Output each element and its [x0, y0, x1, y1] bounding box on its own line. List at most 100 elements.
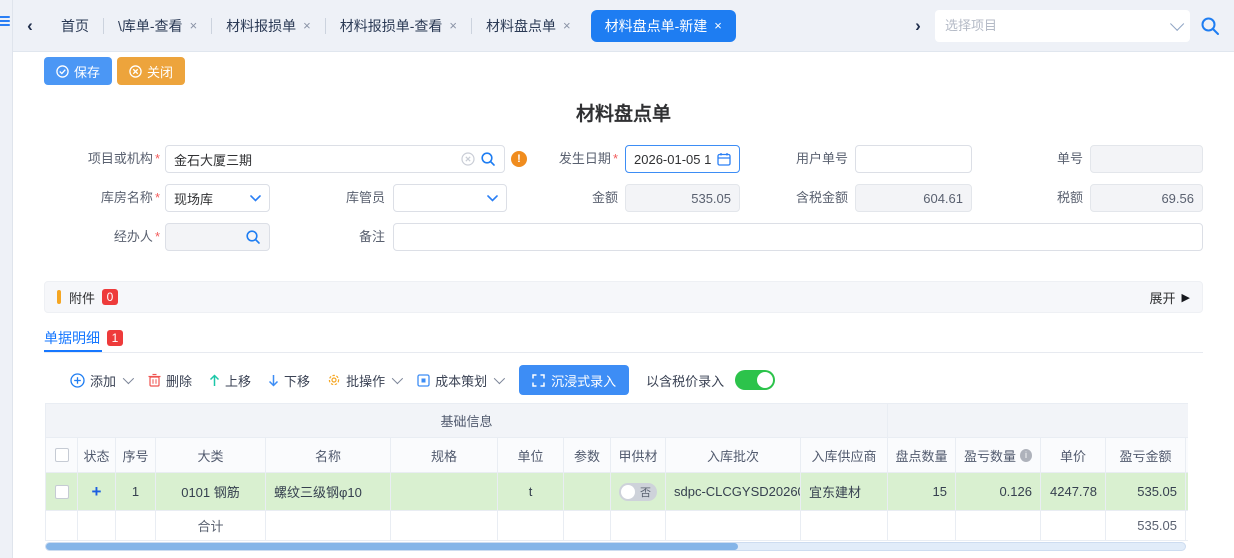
select-all-checkbox[interactable] [55, 448, 69, 462]
col-diff-amount: 盈亏金额 [1106, 438, 1186, 473]
project-input[interactable] [174, 152, 456, 167]
chevron-down-icon [487, 195, 498, 202]
handler-input[interactable] [174, 230, 240, 245]
warehouse-select[interactable] [165, 184, 270, 212]
user-no-field[interactable] [855, 145, 972, 173]
unit-cell: t [498, 473, 564, 511]
trash-icon [148, 373, 161, 387]
tabs-scroll-right-icon[interactable]: › [901, 16, 935, 36]
attachment-panel[interactable]: 附件 0 展开 ▶ [44, 281, 1203, 313]
handler-field[interactable] [165, 223, 270, 251]
col-count-qty: 盘点数量 [888, 438, 956, 473]
search-icon[interactable] [480, 151, 496, 167]
col-status: 状态 [78, 438, 116, 473]
col-param: 参数 [564, 438, 611, 473]
tab-warehouse-doc-view[interactable]: \库单-查看 × [104, 10, 211, 42]
diff-qty-cell[interactable]: 0.126 [956, 473, 1041, 511]
close-icon[interactable]: × [190, 18, 198, 33]
detail-toolbar: 添加 删除 上移 下移 批操作 成本策划 沉浸式录入 以含税价录入 [70, 364, 775, 396]
add-button[interactable]: 添加 [70, 371, 131, 390]
expand-button[interactable]: 展开 ▶ [1150, 288, 1190, 307]
tabs-scroll-left-icon[interactable]: ‹ [13, 16, 47, 36]
attachment-count-badge: 0 [102, 289, 118, 305]
batch-cell[interactable]: sdpc-CLCGYSD202601 [666, 473, 801, 511]
info-icon[interactable]: i [1020, 449, 1032, 462]
tab-material-count-new-active[interactable]: 材料盘点单-新建 × [591, 10, 736, 42]
spec-cell[interactable] [391, 473, 498, 511]
date-input[interactable] [634, 152, 712, 167]
calendar-icon[interactable] [717, 152, 731, 166]
menu-icon[interactable] [0, 14, 10, 28]
group-header-row: 基础信息 [46, 404, 1188, 438]
tab-material-loss[interactable]: 材料报损单 × [212, 10, 325, 42]
remark-input[interactable] [402, 230, 1194, 245]
add-row-icon[interactable]: + [92, 483, 102, 500]
supplier-cell[interactable]: 宜东建材 [801, 473, 888, 511]
move-down-button[interactable]: 下移 [268, 371, 310, 390]
close-icon[interactable]: × [303, 18, 311, 33]
col-category: 大类 [156, 438, 266, 473]
owner-supplied-toggle[interactable]: 否 [619, 483, 657, 501]
column-header-row: 状态 序号 大类 名称 规格 单位 参数 甲供材 入库批次 入库供应商 盘点数量… [46, 438, 1188, 473]
tax-input [1099, 191, 1194, 206]
check-circle-icon [56, 65, 69, 78]
col-price: 单价 [1041, 438, 1106, 473]
tab-detail[interactable]: 单据明细 1 [44, 328, 123, 348]
tax-price-toggle-group: 以含税价录入 [646, 370, 775, 390]
move-up-button[interactable]: 上移 [209, 371, 251, 390]
page-title: 材料盘点单 [44, 99, 1203, 126]
col-spec: 规格 [391, 438, 498, 473]
col-name: 名称 [266, 438, 391, 473]
col-seq: 序号 [116, 438, 156, 473]
horizontal-scrollbar[interactable] [45, 542, 1186, 551]
search-icon[interactable] [245, 229, 261, 245]
detail-table: 基础信息 状态 序号 大类 名称 规格 单位 参数 甲供材 入库批次 入库供应商… [45, 403, 1188, 541]
project-select[interactable] [935, 10, 1190, 42]
close-button[interactable]: 关闭 [117, 57, 185, 85]
search-icon[interactable] [1200, 16, 1220, 36]
clear-icon[interactable] [461, 152, 475, 166]
name-cell[interactable]: 螺纹三级钢φ10 [266, 473, 391, 511]
keeper-label: 库管员 [320, 184, 385, 212]
count-qty-cell[interactable]: 15 [888, 473, 956, 511]
tab-material-count[interactable]: 材料盘点单 × [472, 10, 585, 42]
section-marker-icon [57, 290, 61, 304]
warehouse-label: 库房名称* [40, 184, 160, 212]
delete-button[interactable]: 删除 [148, 371, 192, 390]
batch-ops-button[interactable]: 批操作 [327, 371, 400, 390]
price-cell[interactable]: 4247.78 [1041, 473, 1106, 511]
col-supplier: 入库供应商 [801, 438, 888, 473]
immersive-entry-button[interactable]: 沉浸式录入 [519, 365, 629, 395]
info-icon[interactable]: ! [511, 151, 527, 167]
tax-price-toggle[interactable] [735, 370, 775, 390]
amount-input [634, 191, 731, 206]
user-no-input[interactable] [864, 152, 963, 167]
keeper-input[interactable] [402, 191, 482, 206]
tax-incl-label: 含税金额 [760, 184, 848, 212]
table-row[interactable]: + 1 0101 钢筋 螺纹三级钢φ10 t 否 sdpc-CLCGYSD202… [46, 473, 1188, 511]
col-owner-supplied: 甲供材 [611, 438, 666, 473]
header-form: 项目或机构* ! 发生日期* 用户单号 单号 库房名称* [0, 140, 1234, 260]
scrollbar-thumb[interactable] [46, 543, 738, 550]
tab-material-loss-view[interactable]: 材料报损单-查看 × [326, 10, 471, 42]
tab-home[interactable]: 首页 [47, 10, 103, 42]
save-button[interactable]: 保存 [44, 57, 112, 85]
row-checkbox[interactable] [55, 485, 69, 499]
warehouse-input[interactable] [174, 191, 245, 206]
doc-no-field [1090, 145, 1203, 173]
keeper-select[interactable] [393, 184, 507, 212]
seq-cell: 1 [116, 473, 156, 511]
remark-field[interactable] [393, 223, 1203, 251]
remark-label: 备注 [320, 223, 385, 251]
gear-icon [327, 373, 341, 387]
project-field[interactable] [165, 145, 505, 173]
date-label: 发生日期* [530, 145, 618, 173]
date-field[interactable] [625, 145, 740, 173]
close-icon[interactable]: × [563, 18, 571, 33]
close-icon[interactable]: × [449, 18, 457, 33]
close-icon[interactable]: × [714, 18, 722, 33]
handler-label: 经办人* [40, 223, 160, 251]
cost-plan-button[interactable]: 成本策划 [417, 371, 502, 390]
project-select-input[interactable] [945, 18, 1170, 33]
chevron-down-icon [392, 373, 403, 384]
